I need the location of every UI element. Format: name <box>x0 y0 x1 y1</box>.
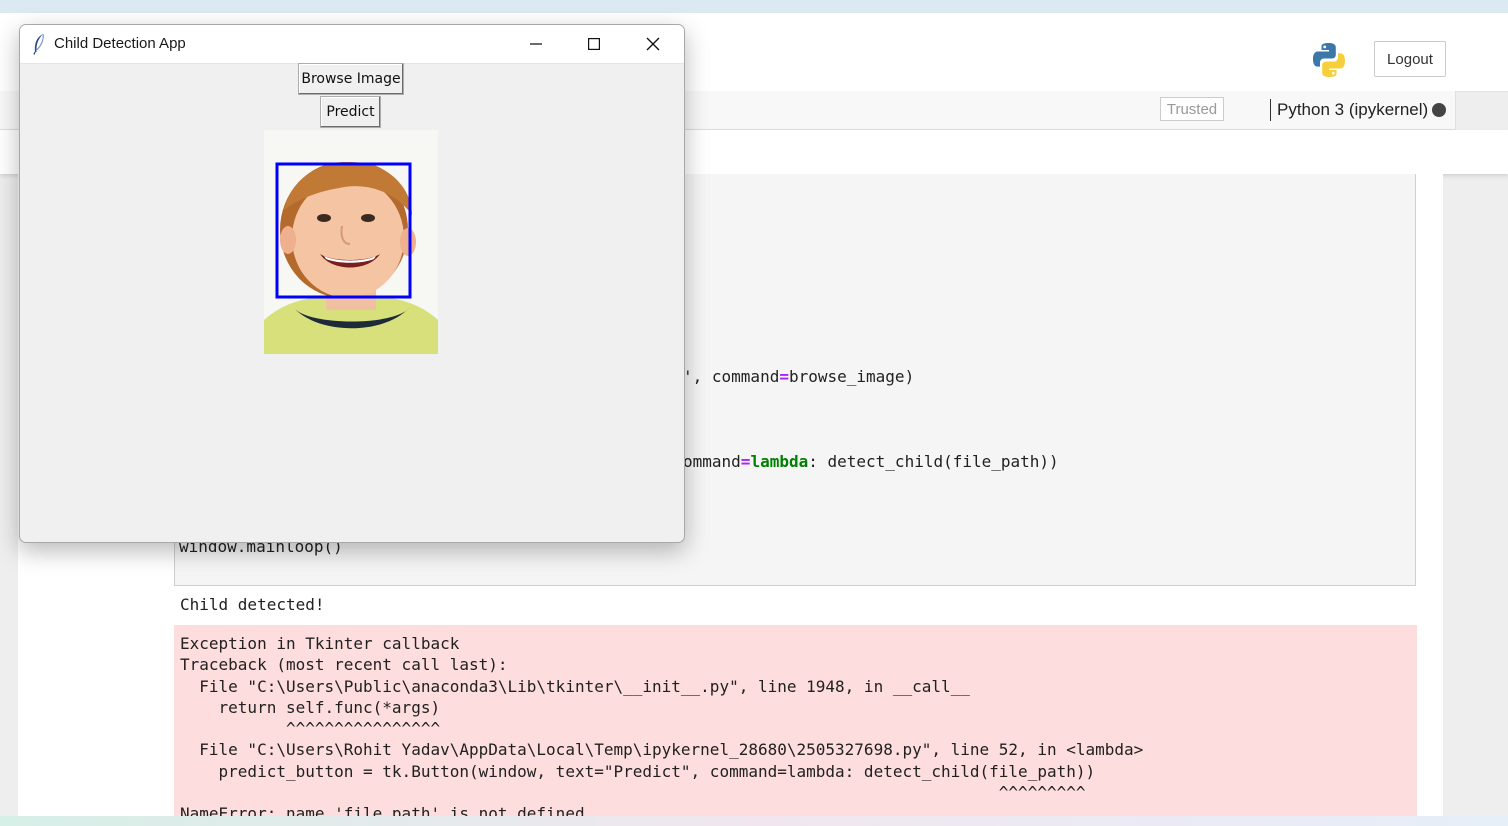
minimize-button[interactable] <box>507 25 565 63</box>
python-logo-icon <box>1313 43 1345 77</box>
window-title: Child Detection App <box>54 35 186 52</box>
logout-button[interactable]: Logout <box>1374 41 1446 77</box>
cell-output-stdout: Child detected! <box>180 595 325 614</box>
minimize-icon <box>530 43 542 45</box>
cell-output-stderr: Exception in Tkinter callback Traceback … <box>174 625 1417 826</box>
maximize-button[interactable] <box>565 25 623 63</box>
traceback-text: Exception in Tkinter callback Traceback … <box>180 634 1144 824</box>
code-line-browse-button: ', command=browse_image) <box>683 367 915 386</box>
kernel-separator <box>1270 99 1271 121</box>
browse-image-button[interactable]: Browse Image <box>298 63 404 95</box>
close-button[interactable] <box>624 25 682 63</box>
kernel-idle-circle-icon <box>1432 103 1446 117</box>
close-icon <box>646 37 660 51</box>
taskbar-strip <box>0 816 1508 826</box>
code-line-predict-button: ommand=lambda: detect_child(file_path)) <box>683 452 1059 471</box>
tk-app-window[interactable]: Child Detection App Browse Image Predict <box>19 24 685 543</box>
tk-feather-icon <box>33 33 44 55</box>
trusted-indicator[interactable]: Trusted <box>1160 97 1224 121</box>
child-face-image <box>264 130 438 354</box>
window-titlebar[interactable]: Child Detection App <box>20 25 684 64</box>
maximize-icon <box>588 38 600 50</box>
kernel-name[interactable]: Python 3 (ipykernel) <box>1277 100 1428 120</box>
predict-button[interactable]: Predict <box>320 96 381 128</box>
browser-top-strip <box>0 0 1508 13</box>
